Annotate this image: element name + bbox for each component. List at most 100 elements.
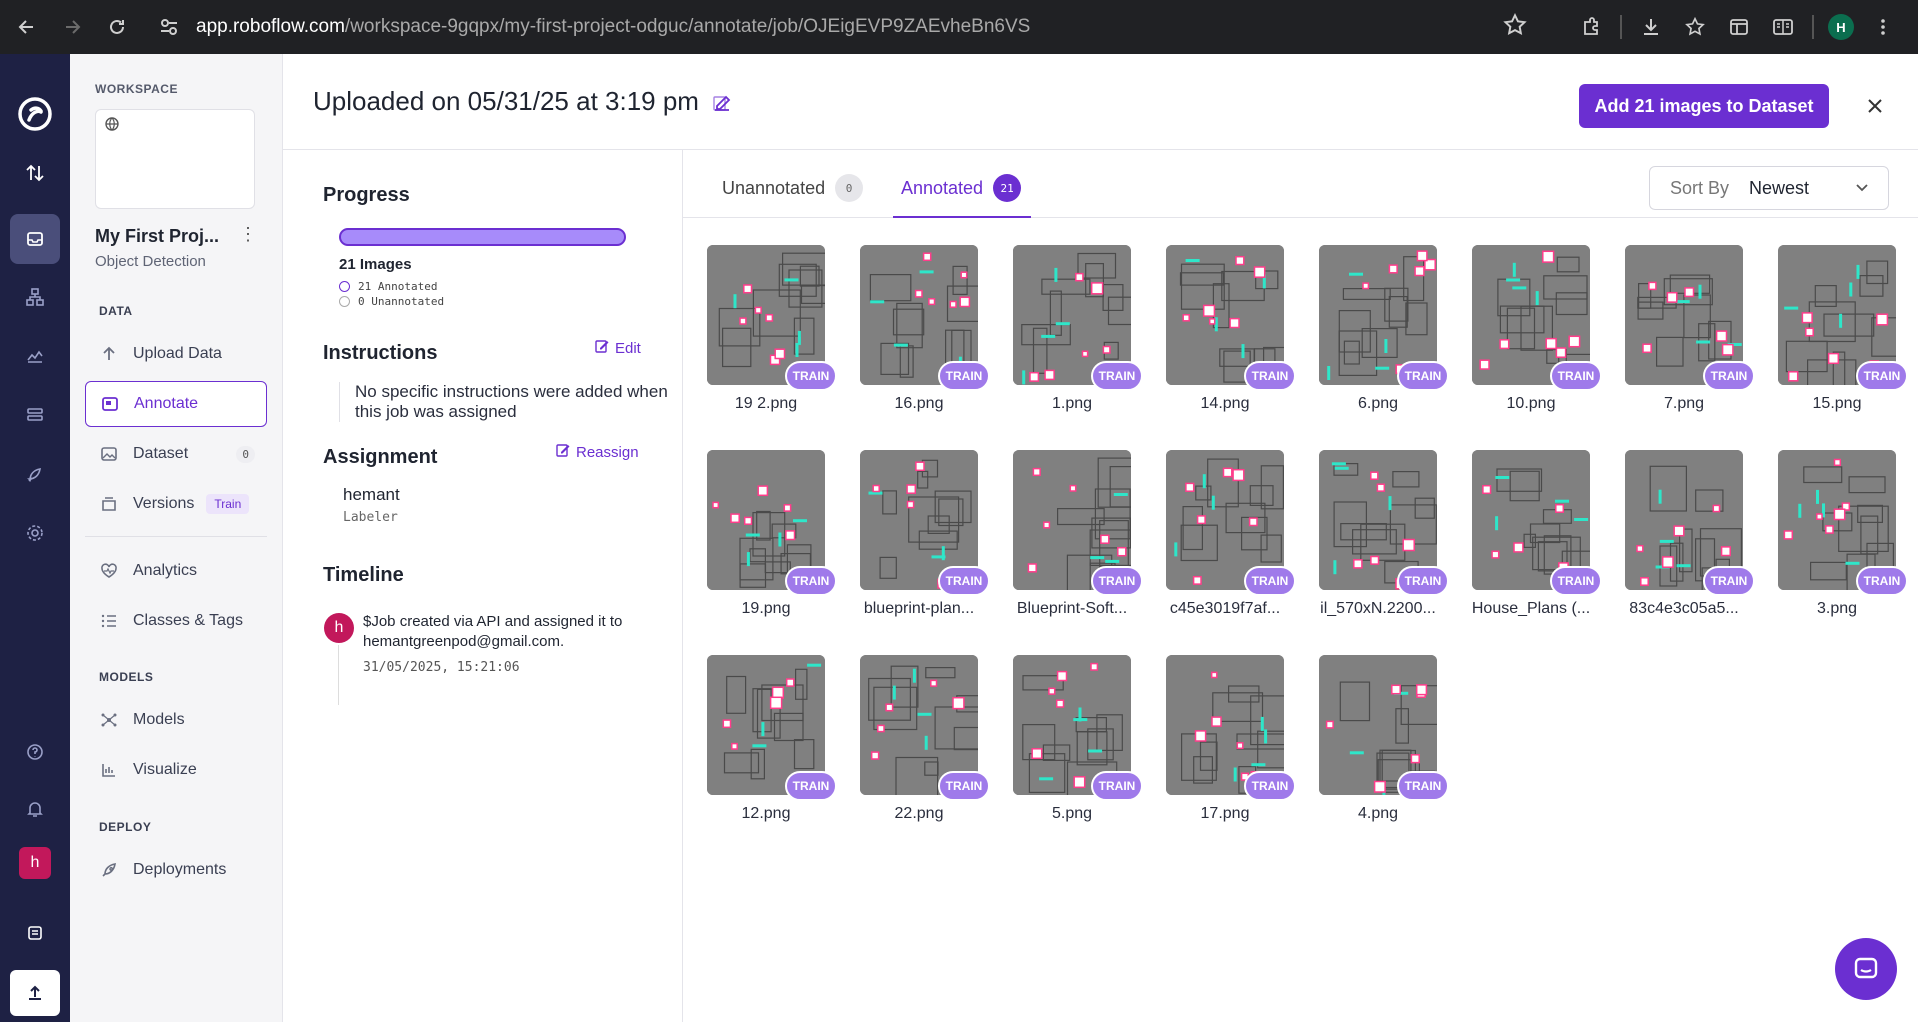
data-section-label: DATA xyxy=(99,304,133,318)
monitoring-icon[interactable] xyxy=(10,330,60,380)
bookmark-star-icon[interactable] xyxy=(1502,12,1528,43)
settings-icon[interactable] xyxy=(10,508,60,558)
sidebar-item-label: Analytics xyxy=(133,562,198,579)
add-images-to-dataset-button[interactable]: Add 21 images to Dataset xyxy=(1579,84,1829,128)
timeline-line xyxy=(338,645,339,705)
project-type: Object Detection xyxy=(95,253,206,270)
url-host: app.roboflow.com xyxy=(196,16,345,37)
reading-mode-icon[interactable] xyxy=(1768,12,1798,42)
sidebar-item-label: Annotate xyxy=(134,395,199,412)
browser-toolbar: app.roboflow.com/workspace-9gqpx/my-firs… xyxy=(0,0,1918,54)
sidebar-item-annotate[interactable]: Annotate xyxy=(85,381,267,427)
project-name[interactable]: My First Proj... xyxy=(95,226,219,247)
train-badge: TRAIN xyxy=(1397,771,1449,801)
train-badge: TRAIN xyxy=(1244,361,1296,391)
workspace-thumbnail[interactable] xyxy=(95,109,255,209)
timeline-heading: Timeline xyxy=(323,564,404,586)
image-filename: Blueprint-Soft... xyxy=(1016,600,1128,617)
workflows-icon[interactable] xyxy=(10,272,60,322)
favorites-icon[interactable] xyxy=(1680,12,1710,42)
reload-icon[interactable] xyxy=(95,5,139,49)
sidebar-item-label: Upload Data xyxy=(133,345,222,362)
sort-dropdown[interactable]: Sort By Newest xyxy=(1649,166,1889,210)
sidebar-item-dataset[interactable]: Dataset 0 xyxy=(85,431,267,477)
tab-unannotated[interactable]: Unannotated 0 xyxy=(722,172,864,218)
address-bar[interactable]: app.roboflow.com/workspace-9gqpx/my-firs… xyxy=(196,12,1030,42)
site-settings-icon[interactable] xyxy=(158,16,180,43)
edit-icon xyxy=(555,442,571,462)
notifications-icon[interactable] xyxy=(10,784,60,834)
annotate-icon xyxy=(100,394,120,414)
models-icon xyxy=(99,710,119,730)
image-filename: blueprint-plan... xyxy=(863,600,975,617)
train-badge: TRAIN xyxy=(938,361,990,391)
timeline-avatar: h xyxy=(324,613,354,643)
image-filename: 3.png xyxy=(1816,600,1858,617)
image-filename: 22.png xyxy=(894,805,944,822)
sidebar-item-classes-tags[interactable]: Classes & Tags xyxy=(85,598,267,644)
annotation-tabs: Unannotated 0 Annotated 21 Sort By Newes… xyxy=(683,150,1918,218)
sidebar-item-models[interactable]: Models xyxy=(85,697,267,743)
forward-icon[interactable] xyxy=(50,5,94,49)
train-badge: TRAIN xyxy=(785,361,837,391)
chart-icon xyxy=(99,760,119,780)
universe-icon[interactable] xyxy=(10,390,60,440)
deploy-rail-icon[interactable] xyxy=(10,450,60,500)
reassign-link-label: Reassign xyxy=(576,443,639,461)
browser-menu-icon[interactable] xyxy=(1868,12,1898,42)
image-filename: 15.png xyxy=(1812,395,1862,412)
edit-title-icon[interactable] xyxy=(711,92,733,119)
docs-icon[interactable] xyxy=(10,908,60,958)
image-filename: 17.png xyxy=(1200,805,1250,822)
image-filename: House_Plans (... xyxy=(1471,600,1591,617)
annotated-dot xyxy=(339,281,350,292)
image-filename: c45e3019f7af... xyxy=(1169,600,1281,617)
project-sidebar: WORKSPACE My First Proj... ⋮ Object Dete… xyxy=(70,54,283,1022)
profile-avatar[interactable]: H xyxy=(1828,14,1854,40)
sort-value: Newest xyxy=(1749,177,1810,198)
download-icon[interactable] xyxy=(1636,12,1666,42)
sidebar-item-versions[interactable]: Versions Train xyxy=(85,481,267,527)
image-filename: 19.png xyxy=(741,600,791,617)
project-menu-icon[interactable]: ⋮ xyxy=(238,224,258,248)
sidebar-item-visualize[interactable]: Visualize xyxy=(85,747,267,793)
sidebar-item-deployments[interactable]: Deployments xyxy=(85,847,267,893)
train-badge: TRAIN xyxy=(938,771,990,801)
sidebar-item-label: Versions xyxy=(133,495,195,512)
transfer-icon[interactable] xyxy=(10,148,60,198)
train-badge: TRAIN xyxy=(1856,361,1908,391)
close-icon[interactable] xyxy=(1857,88,1893,124)
roboflow-logo[interactable] xyxy=(17,96,53,132)
heart-pulse-icon xyxy=(99,561,119,581)
sidebar-item-analytics[interactable]: Analytics xyxy=(85,548,267,594)
image-filename: 14.png xyxy=(1200,395,1250,412)
image-filename: 6.png xyxy=(1357,395,1399,412)
train-badge: TRAIN xyxy=(1091,771,1143,801)
versions-train-badge: Train xyxy=(206,494,250,514)
assignment-heading: Assignment xyxy=(323,446,438,468)
timeline-event-text: $Job created via API and assigned it to … xyxy=(363,613,623,650)
progress-bar xyxy=(339,228,626,246)
reassign-link[interactable]: Reassign xyxy=(555,442,639,462)
back-icon[interactable] xyxy=(5,5,49,49)
user-avatar[interactable]: h xyxy=(19,847,51,879)
train-badge: TRAIN xyxy=(1244,771,1296,801)
projects-icon[interactable] xyxy=(10,214,60,264)
image-filename: 4.png xyxy=(1357,805,1399,822)
workspace-label: WORKSPACE xyxy=(95,82,178,96)
image-filename: 16.png xyxy=(894,395,944,412)
tab-layout-icon[interactable] xyxy=(1724,12,1754,42)
dataset-count-badge: 0 xyxy=(236,445,255,463)
app-rail: h xyxy=(0,54,70,1022)
train-badge: TRAIN xyxy=(785,771,837,801)
chat-support-button[interactable] xyxy=(1835,938,1897,1000)
edit-instructions-link[interactable]: Edit xyxy=(594,338,641,358)
upload-icon[interactable] xyxy=(10,970,60,1016)
tab-annotated[interactable]: Annotated 21 xyxy=(893,172,1032,218)
sidebar-item-upload-data[interactable]: Upload Data xyxy=(85,331,267,377)
tab-count-badge: 21 xyxy=(993,174,1022,202)
progress-heading: Progress xyxy=(323,184,410,206)
train-badge: TRAIN xyxy=(1550,566,1602,596)
help-icon[interactable] xyxy=(10,727,60,777)
extensions-icon[interactable] xyxy=(1576,12,1606,42)
